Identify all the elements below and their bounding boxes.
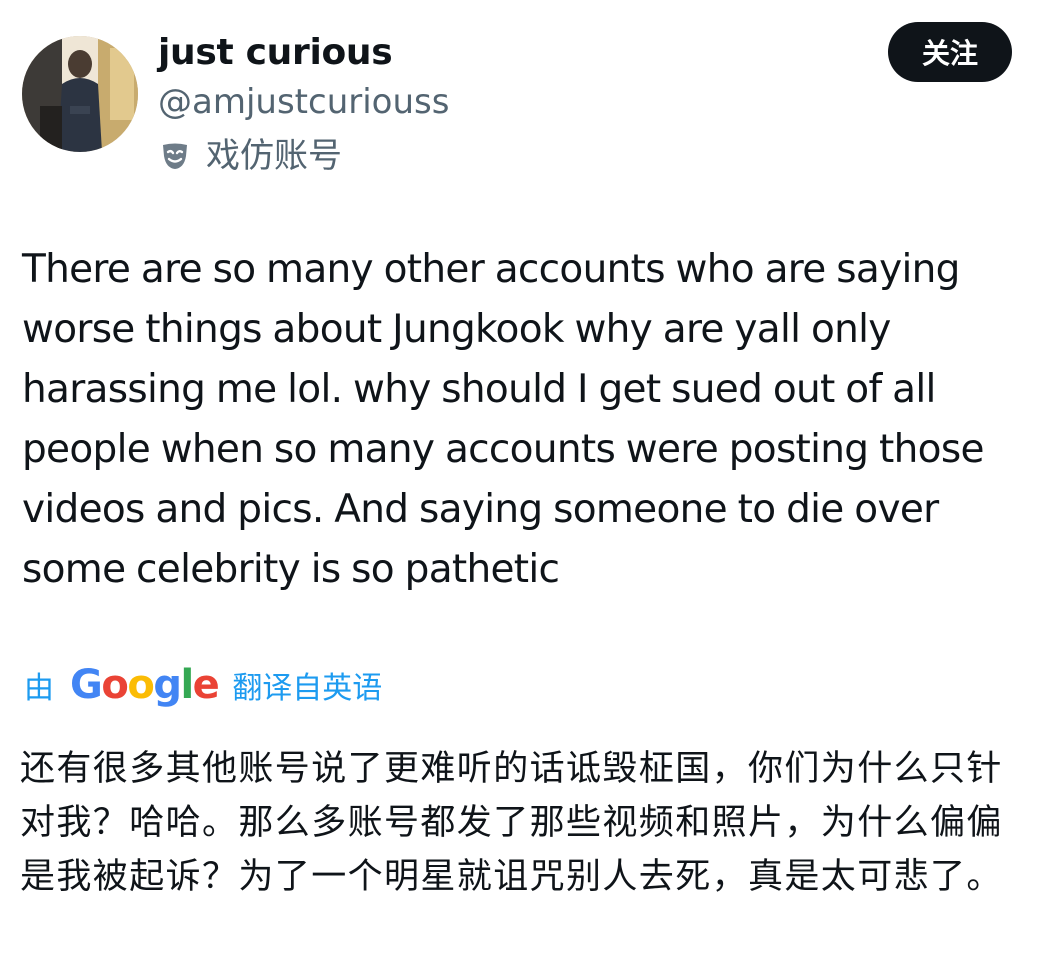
translated-text: 还有很多其他账号说了更难听的话诋毁柾国，你们为什么只针对我？哈哈。那么多账号都发… (20, 749, 1003, 897)
follow-button[interactable]: 关注 (888, 22, 1012, 82)
google-logo: Google (70, 662, 220, 708)
display-name[interactable]: just curious (158, 30, 393, 76)
translation-attribution[interactable]: 由 Google 翻译自英语 (24, 660, 382, 710)
parody-label-text: 戏仿账号 (206, 136, 342, 176)
translated-from-label: 翻译自英语 (232, 671, 383, 706)
tweet-text: There are so many other accounts who are… (22, 247, 984, 592)
avatar[interactable] (22, 36, 138, 152)
parody-account-label: 戏仿账号 (160, 134, 342, 178)
translation-by-label: 由 (24, 671, 54, 706)
parody-mask-icon (160, 141, 190, 171)
handle[interactable]: @amjustcuriouss (158, 80, 449, 124)
